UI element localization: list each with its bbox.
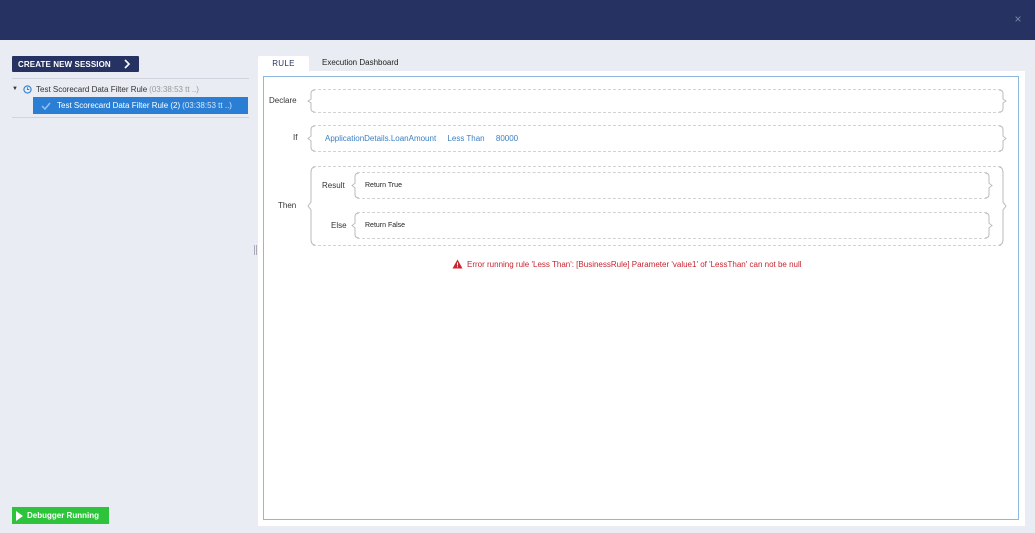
check-icon [41, 102, 51, 110]
title-bar: × [0, 0, 1035, 40]
selected-session-node[interactable]: Test Scorecard Data Filter Rule (2) (03:… [33, 97, 248, 114]
tree-divider-top [12, 78, 249, 79]
debugger-status-label: Debugger Running [27, 511, 99, 520]
tree-divider-bottom [12, 117, 249, 118]
declare-label: Declare [269, 96, 297, 105]
then-label: Then [278, 201, 297, 210]
close-icon[interactable]: × [1013, 13, 1023, 25]
if-label: If [293, 133, 298, 142]
warning-icon [452, 259, 463, 269]
condition-operator[interactable]: Less Than [447, 134, 484, 143]
selected-session-time: (03:38:53 tt ..) [182, 101, 232, 110]
brace-left-icon [307, 126, 316, 151]
brace-left-icon [307, 90, 316, 112]
panel-splitter-handle[interactable] [254, 245, 257, 255]
session-label: Test Scorecard Data Filter Rule [36, 84, 148, 94]
brace-left-icon [307, 167, 316, 245]
debugger-status-button[interactable]: Debugger Running [12, 507, 109, 524]
tab-rule[interactable]: RULE [258, 56, 309, 71]
session-time: (03:38:53 tt ..) [149, 84, 199, 94]
condition-value[interactable]: 80000 [496, 134, 518, 143]
brace-right-icon [984, 173, 993, 198]
sessions-panel: CREATE NEW SESSION ▼ Test Scorecard Data… [0, 40, 260, 533]
declare-block[interactable] [307, 89, 1007, 113]
create-new-session-label: CREATE NEW SESSION [18, 59, 111, 69]
clock-icon [23, 84, 32, 94]
brace-right-icon [998, 126, 1007, 151]
else-value[interactable]: Return False [365, 222, 405, 229]
condition-expression[interactable]: ApplicationDetails.LoanAmount Less Than … [325, 134, 527, 143]
brace-right-icon [998, 90, 1007, 112]
error-text: Error running rule 'Less Than': [Busines… [467, 259, 802, 269]
session-tree-node[interactable]: ▼ Test Scorecard Data Filter Rule (03:38… [12, 83, 199, 95]
caret-down-icon[interactable]: ▼ [12, 86, 20, 92]
selected-session-label: Test Scorecard Data Filter Rule (2) [57, 101, 181, 110]
chevron-right-icon [124, 59, 131, 69]
play-icon [16, 510, 23, 521]
else-label: Else [331, 221, 347, 230]
if-block[interactable]: ApplicationDetails.LoanAmount Less Than … [307, 125, 1007, 152]
brace-right-icon [998, 167, 1007, 245]
brace-left-icon [351, 213, 360, 238]
tab-execution-dashboard[interactable]: Execution Dashboard [322, 58, 399, 70]
create-new-session-button[interactable]: CREATE NEW SESSION [12, 56, 139, 72]
condition-field[interactable]: ApplicationDetails.LoanAmount [325, 134, 436, 143]
result-block[interactable]: Return True [351, 172, 993, 199]
brace-left-icon [351, 173, 360, 198]
error-message: Error running rule 'Less Than': [Busines… [452, 258, 802, 270]
result-label: Result [322, 181, 345, 190]
brace-right-icon [984, 213, 993, 238]
else-block[interactable]: Return False [351, 212, 993, 239]
result-value[interactable]: Return True [365, 182, 402, 189]
